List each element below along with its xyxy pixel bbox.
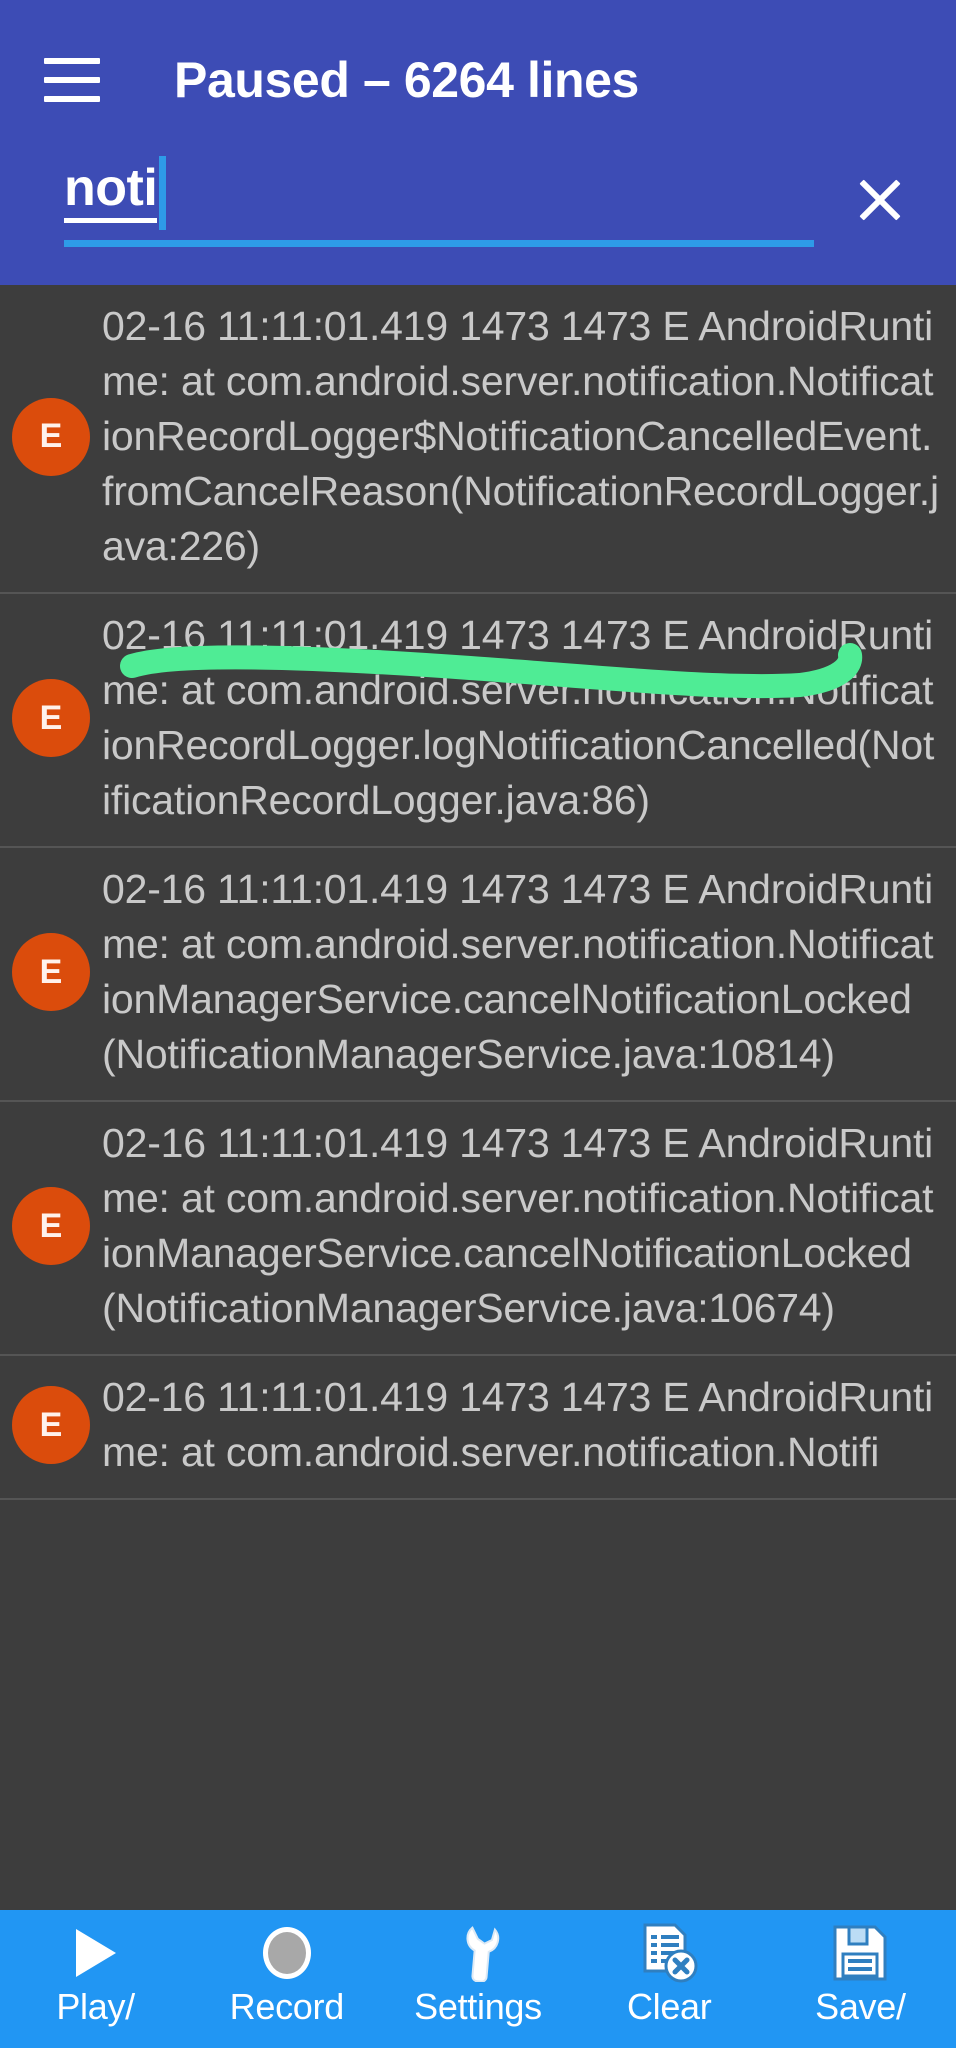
log-level-badge-column: E <box>0 679 102 757</box>
toolbar-item-label: Play/ <box>56 1986 135 2027</box>
log-level-badge: E <box>12 397 90 476</box>
log-entry-row[interactable]: E 02-16 11:11:01.419 1473 1473 E Android… <box>0 594 956 848</box>
search-bar: noti <box>0 156 956 285</box>
hamburger-menu-icon[interactable] <box>44 58 100 102</box>
toolbar-item-label: Settings <box>414 1986 542 2027</box>
log-entry-text: 02-16 11:11:01.419 1473 1473 E AndroidRu… <box>102 612 935 823</box>
hamburger-bar <box>44 96 100 102</box>
log-level-badge: E <box>12 1187 90 1265</box>
log-level-badge-column: E <box>0 933 102 1011</box>
log-level-badge-column: E <box>0 397 102 476</box>
log-level-badge: E <box>12 679 90 757</box>
log-entry-text: 02-16 11:11:01.419 1473 1473 E AndroidRu… <box>102 866 934 1077</box>
log-entry-row[interactable]: E 02-16 11:11:01.419 1473 1473 E Android… <box>0 848 956 1102</box>
log-level-badge: E <box>12 933 90 1011</box>
logcat-reader-app: Paused – 6264 lines noti E 02-16 11:11:0… <box>0 0 956 2048</box>
search-value-wrapper: noti <box>64 156 167 230</box>
toolbar-item-label: Save/ <box>815 1986 906 2027</box>
text-caret <box>159 156 167 230</box>
log-level-badge-column: E <box>0 1386 102 1464</box>
document-delete-icon <box>639 1922 699 1984</box>
log-entry-text: 02-16 11:11:01.419 1473 1473 E AndroidRu… <box>102 1120 934 1331</box>
record-circle-icon <box>262 1922 311 1984</box>
page-title: Paused – 6264 lines <box>174 52 639 108</box>
hamburger-bar <box>44 58 100 64</box>
toolbar-item-settings[interactable]: Settings <box>382 1922 573 2028</box>
search-field-underline <box>64 240 814 247</box>
toolbar-item-label: Record <box>229 1986 345 2027</box>
toolbar-item-save[interactable]: Save/ <box>765 1922 956 2028</box>
bottom-toolbar: Play/ Record Settings Clear Save/ <box>0 1910 956 2048</box>
hamburger-bar <box>44 77 100 83</box>
wrench-icon <box>447 1922 509 1984</box>
toolbar-item-label: Clear <box>626 1986 712 2027</box>
clear-search-button[interactable] <box>844 164 916 236</box>
toolbar-item-clear[interactable]: Clear <box>574 1922 765 2028</box>
log-level-badge: E <box>12 1386 90 1464</box>
toolbar-item-record[interactable]: Record <box>191 1922 382 2028</box>
log-entry-text: 02-16 11:11:01.419 1473 1473 E AndroidRu… <box>102 1374 934 1475</box>
search-input-value: noti <box>64 160 158 223</box>
log-entry-row[interactable]: E 02-16 11:11:01.419 1473 1473 E Android… <box>0 1356 956 1500</box>
header-top-bar: Paused – 6264 lines <box>0 0 956 160</box>
log-entry-list[interactable]: E 02-16 11:11:01.419 1473 1473 E Android… <box>0 285 956 1910</box>
play-triangle-icon <box>75 1922 116 1984</box>
log-level-badge-column: E <box>0 1187 102 1265</box>
floppy-disk-save-icon <box>831 1922 889 1984</box>
toolbar-item-play[interactable]: Play/ <box>0 1922 191 2028</box>
log-entry-text: 02-16 11:11:01.419 1473 1473 E AndroidRu… <box>102 303 939 569</box>
app-header: Paused – 6264 lines noti <box>0 0 956 285</box>
log-entry-row[interactable]: E 02-16 11:11:01.419 1473 1473 E Android… <box>0 1102 956 1356</box>
search-input[interactable]: noti <box>64 156 814 247</box>
log-entry-row[interactable]: E 02-16 11:11:01.419 1473 1473 E Android… <box>0 285 956 594</box>
